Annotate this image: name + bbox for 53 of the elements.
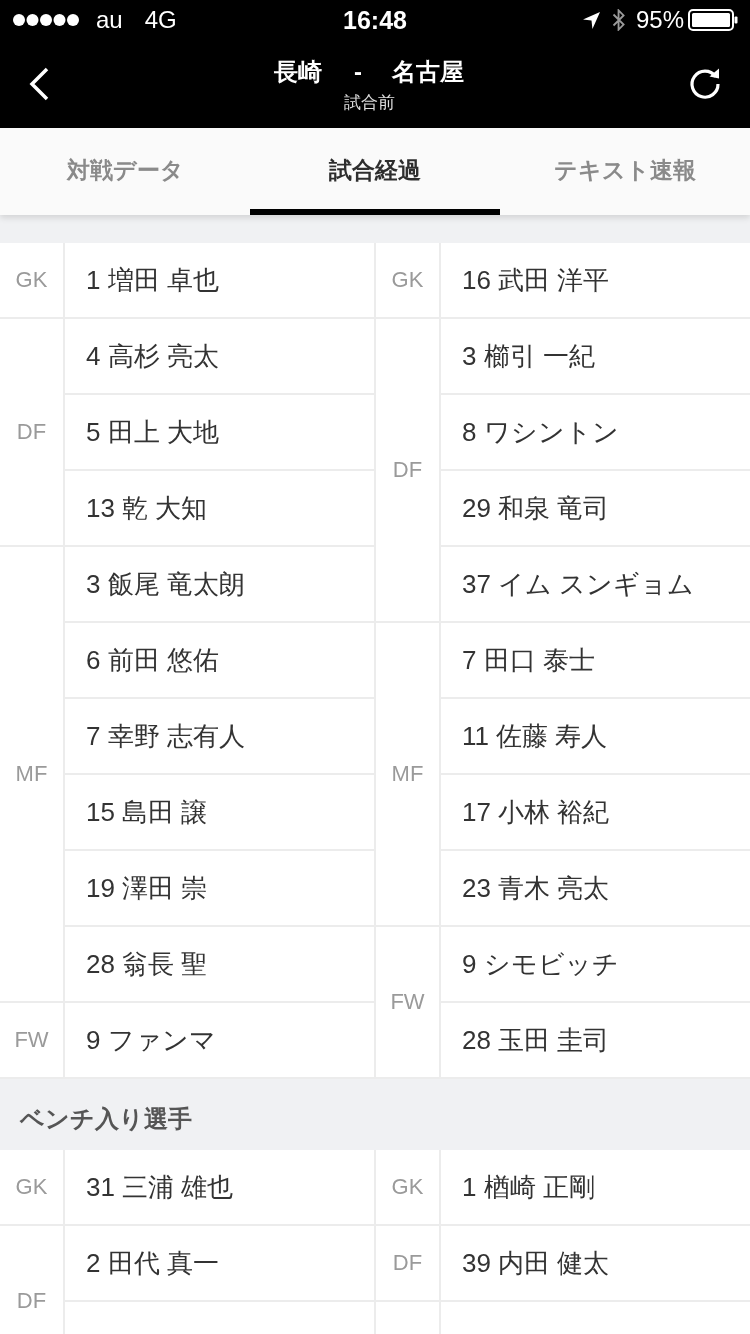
player-cell: 5 田上 大地 <box>65 395 374 471</box>
carrier-name: au <box>96 6 123 34</box>
position-cell: MF <box>376 623 441 927</box>
player-cell: 7 幸野 志有人 <box>65 699 374 775</box>
battery-icon <box>688 9 738 31</box>
battery-percent: 95% <box>635 6 684 34</box>
position-cell: MF <box>0 547 65 1003</box>
player-cell: 3 飯尾 竜太朗 <box>65 547 374 623</box>
back-button[interactable] <box>28 67 50 101</box>
player-cell: 29 和泉 竜司 <box>441 471 750 547</box>
player-cell: 37 イム スンギョム <box>441 547 750 623</box>
player-cell: 9 シモビッチ <box>441 927 750 1003</box>
section-header: ベンチ入り選手 <box>0 1079 750 1150</box>
player-cell: 15 島田 譲 <box>65 775 374 851</box>
player-cell: 7 田口 泰士 <box>441 623 750 699</box>
position-cell: GK <box>0 243 65 319</box>
home-team: 長崎 <box>274 57 322 87</box>
player-cell: 11 佐藤 寿人 <box>441 699 750 775</box>
player-cell: 8 ワシントン <box>441 395 750 471</box>
signal-dots-icon <box>13 14 79 26</box>
position-cell: DF <box>376 1226 441 1302</box>
location-arrow-icon <box>582 11 600 29</box>
player-cell: 17 小林 裕紀 <box>441 775 750 851</box>
position-cell: DF <box>376 319 441 623</box>
player-cell: 4 高杉 亮太 <box>65 319 374 395</box>
status-time: 16:48 <box>343 6 407 34</box>
bluetooth-icon <box>611 9 626 31</box>
player-cell: 31 三浦 雄也 <box>65 1150 374 1226</box>
match-status: 試合前 <box>343 92 395 114</box>
player-cell: 6 前田 悠佑 <box>65 623 374 699</box>
refresh-button[interactable] <box>688 67 722 101</box>
position-cell: GK <box>376 1150 441 1226</box>
position-cell: DF <box>0 319 65 547</box>
score-separator: - <box>354 57 362 87</box>
player-cell: 2 田代 真一 <box>65 1226 374 1302</box>
away-team: 名古屋 <box>392 57 464 87</box>
player-cell: 16 武田 洋平 <box>441 243 750 319</box>
player-cell: 23 青木 亮太 <box>441 851 750 927</box>
network-type: 4G <box>144 6 177 34</box>
refresh-icon <box>688 67 722 101</box>
player-cell: 28 翁長 聖 <box>65 927 374 1003</box>
position-cell: GK <box>376 243 441 319</box>
tab[interactable]: テキスト速報 <box>500 128 750 215</box>
tab[interactable]: 対戦データ <box>0 128 250 215</box>
player-cell: 1 増田 卓也 <box>65 243 374 319</box>
chevron-left-icon <box>28 67 50 101</box>
player-cell: 39 内田 健太 <box>441 1226 750 1302</box>
player-cell: 13 乾 大知 <box>65 471 374 547</box>
position-cell: DF <box>0 1226 65 1334</box>
player-cell: 3 櫛引 一紀 <box>441 319 750 395</box>
player-cell: 1 楢崎 正剛 <box>441 1150 750 1226</box>
position-cell: GK <box>0 1150 65 1226</box>
player-cell: 19 澤田 崇 <box>65 851 374 927</box>
